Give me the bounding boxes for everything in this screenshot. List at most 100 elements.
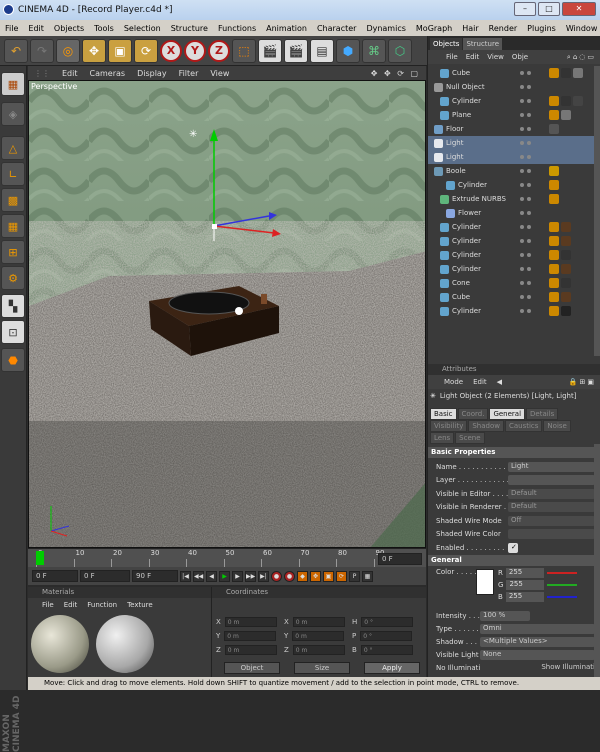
use-model-icon[interactable]: ▦ — [1, 72, 25, 96]
material-tag-icon[interactable] — [549, 68, 559, 78]
object-row[interactable]: Extrude NURBS — [428, 192, 600, 206]
obj-menu-file[interactable]: File — [446, 53, 458, 61]
object-row[interactable]: Light — [428, 150, 600, 164]
start-frame-field[interactable]: 0 F — [32, 570, 78, 582]
object-row[interactable]: Null Object — [428, 80, 600, 94]
object-row[interactable]: Boole — [428, 164, 600, 178]
object-name[interactable]: Floor — [446, 125, 463, 133]
render-picture-icon[interactable]: 🎬 — [284, 38, 308, 63]
menu-animation[interactable]: Animation — [261, 24, 312, 33]
viewport-menu-edit[interactable]: Edit — [56, 69, 84, 78]
y-axis-icon[interactable]: Y — [184, 39, 206, 62]
current-frame-field[interactable]: 0 F — [378, 553, 422, 565]
property-value[interactable]: <Multiple Values> — [480, 636, 595, 647]
material-tag-icon[interactable] — [549, 222, 559, 232]
tab-structure[interactable]: Structure — [463, 38, 503, 50]
goto-end-icon[interactable]: ▶| — [258, 570, 269, 582]
cube-primitive-icon[interactable]: ⬢ — [336, 38, 360, 63]
close-button[interactable]: ✕ — [562, 2, 596, 16]
mat-menu-function[interactable]: Function — [87, 601, 117, 609]
visibility-dots[interactable] — [520, 225, 531, 229]
maximize-button[interactable]: □ — [538, 2, 560, 16]
play-icon[interactable]: ▶ — [219, 570, 230, 582]
material-tag-icon[interactable] — [549, 166, 559, 176]
snap-icon[interactable]: ▚ — [1, 294, 25, 318]
menu-tools[interactable]: Tools — [89, 24, 119, 33]
object-name[interactable]: Boole — [446, 167, 466, 175]
world-coords-icon[interactable]: ⬚ — [232, 38, 256, 63]
use-object-icon[interactable]: ◈ — [1, 102, 25, 126]
property-value[interactable]: Show Illuminati — [480, 663, 595, 673]
tab-basic[interactable]: Basic — [430, 408, 457, 420]
object-name[interactable]: Light — [446, 139, 463, 147]
rotate-icon[interactable]: ⟳ — [134, 38, 158, 63]
array-icon[interactable]: ⬡ — [388, 38, 412, 63]
property-value[interactable] — [508, 475, 595, 485]
coord-field[interactable]: Y0 m — [284, 631, 345, 641]
material-tag-icon[interactable] — [549, 96, 559, 106]
attr-lock-icon[interactable]: 🔒⊞▣ — [569, 378, 600, 386]
menu-window[interactable]: Window — [561, 24, 600, 33]
menu-character[interactable]: Character — [312, 24, 362, 33]
x-axis-icon[interactable]: X — [160, 39, 182, 62]
material-tag-icon[interactable] — [549, 180, 559, 190]
menu-file[interactable]: File — [0, 24, 23, 33]
next-key-icon[interactable]: ▶▶ — [245, 570, 256, 582]
visibility-dots[interactable] — [520, 253, 531, 257]
material-tag-icon[interactable] — [549, 306, 559, 316]
nurbs-icon[interactable]: ⌘ — [362, 38, 386, 63]
object-name[interactable]: Cylinder — [452, 237, 481, 245]
coord-field[interactable]: Z0 m — [216, 645, 277, 655]
material-tag-icon[interactable] — [573, 68, 583, 78]
viewport-menu-display[interactable]: Display — [131, 69, 173, 78]
prev-key-icon[interactable]: ◀◀ — [193, 570, 204, 582]
axis-mode-icon[interactable]: ⊞ — [1, 240, 25, 264]
object-row[interactable]: Cylinder — [428, 304, 600, 318]
object-name[interactable]: Cylinder — [458, 181, 487, 189]
keyframe-selection-icon[interactable]: ◆ — [297, 570, 308, 582]
visibility-dots[interactable] — [520, 155, 531, 159]
channel-slider[interactable] — [546, 596, 577, 598]
coord-value-input[interactable]: 0 m — [224, 631, 277, 641]
use-polygons-icon[interactable]: ▩ — [1, 188, 25, 212]
object-name[interactable]: Plane — [452, 111, 471, 119]
object-name[interactable]: Cylinder — [452, 265, 481, 273]
menu-selection[interactable]: Selection — [119, 24, 166, 33]
menu-hair[interactable]: Hair — [457, 24, 483, 33]
viewport-menu-cameras[interactable]: Cameras — [84, 69, 132, 78]
menu-plugins[interactable]: Plugins — [522, 24, 561, 33]
visibility-dots[interactable] — [520, 183, 531, 187]
coord-value-input[interactable]: 0 m — [292, 645, 345, 655]
coord-field[interactable]: B0 ° — [352, 645, 413, 655]
attr-back-icon[interactable]: ◀ — [497, 378, 502, 386]
position-key-icon[interactable]: ✥ — [310, 570, 321, 582]
property-value[interactable] — [508, 529, 595, 539]
object-row[interactable]: Cone — [428, 276, 600, 290]
goto-start-icon[interactable]: |◀ — [180, 570, 191, 582]
pla-key-icon[interactable]: ▦ — [362, 570, 373, 582]
attr-menu-mode[interactable]: Mode — [444, 378, 463, 386]
visibility-dots[interactable] — [520, 127, 531, 131]
menu-functions[interactable]: Functions — [213, 24, 261, 33]
visibility-dots[interactable] — [520, 85, 531, 89]
tab-scene[interactable]: Scene — [455, 432, 485, 444]
channel-value-input[interactable]: 255 — [505, 592, 544, 602]
tab-lens[interactable]: Lens — [430, 432, 455, 444]
obj-menu-edit[interactable]: Edit — [466, 53, 480, 61]
material-swatch[interactable] — [96, 615, 154, 673]
material-tag-icon[interactable] — [549, 292, 559, 302]
coord-value-input[interactable]: 0 ° — [360, 645, 413, 655]
menu-objects[interactable]: Objects — [49, 24, 89, 33]
material-tag-icon[interactable] — [549, 250, 559, 260]
visibility-dots[interactable] — [520, 99, 531, 103]
menu-edit[interactable]: Edit — [23, 24, 49, 33]
material-tag-icon[interactable] — [561, 264, 571, 274]
coord-size-select[interactable]: Size — [294, 662, 350, 674]
redo-icon[interactable]: ↷ — [30, 38, 54, 63]
channel-slider[interactable] — [546, 572, 577, 574]
material-tag-icon[interactable] — [549, 194, 559, 204]
coord-value-input[interactable]: 0 m — [224, 617, 277, 627]
visibility-dots[interactable] — [520, 141, 531, 145]
scale-key-icon[interactable]: ▣ — [323, 570, 334, 582]
object-name[interactable]: Null Object — [446, 83, 485, 91]
